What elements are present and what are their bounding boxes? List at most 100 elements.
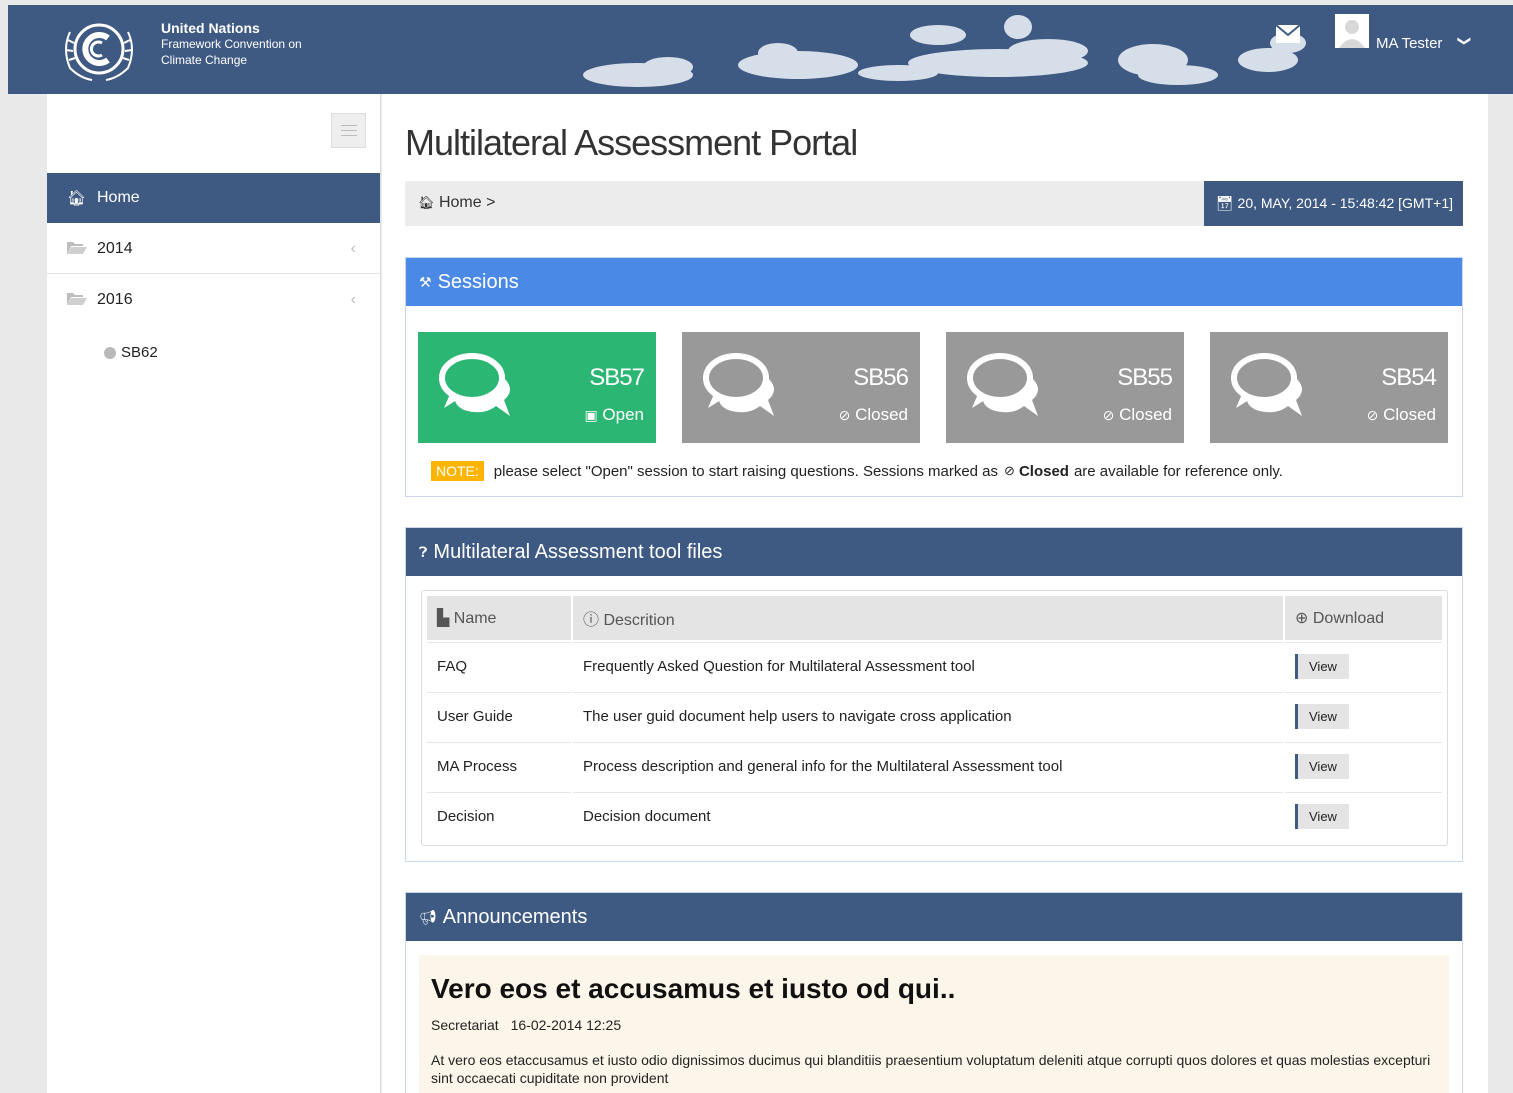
datetime-text: 20, MAY, 2014 - 15:48:42 [GMT+1] <box>1237 195 1453 211</box>
session-tile-sb56[interactable]: SB56 ⊘ Closed <box>682 332 920 443</box>
org-line-1: United Nations <box>161 20 260 36</box>
chevron-left-icon: ‹ <box>350 291 356 308</box>
view-button[interactable]: View <box>1295 704 1349 729</box>
file-name: User Guide <box>427 692 571 740</box>
user-silhouette-icon <box>1335 14 1369 48</box>
view-button[interactable]: View <box>1295 754 1349 779</box>
session-code: SB56 <box>853 364 909 391</box>
sidebar-subitem-label: SB62 <box>121 344 158 361</box>
sidebar: 🏠︎ Home 2014 ‹ 2016 ‹ SB62 <box>47 94 381 1093</box>
tool-files-header: ❓︎ Multilateral Assessment tool files <box>406 528 1462 576</box>
session-state: ▣ Open <box>584 405 644 425</box>
table-row: User Guide The user guid document help u… <box>427 692 1442 740</box>
chevron-down-icon[interactable]: ❯ <box>1456 36 1472 47</box>
home-icon: 🏠︎ <box>67 190 87 207</box>
tool-files-title: Multilateral Assessment tool files <box>433 540 723 563</box>
session-state-label: Open <box>602 405 644 424</box>
sessions-panel: ⚒ Sessions SB57 ▣ Open SB56 ⊘ Closed SB5… <box>405 257 1463 497</box>
sidebar-item-2016[interactable]: 2016 ‹ <box>47 275 380 325</box>
table-row: FAQ Frequently Asked Question for Multil… <box>427 642 1442 690</box>
sessions-header: ⚒ Sessions <box>406 258 1462 306</box>
bullhorn-icon: 📢︎ <box>419 908 437 925</box>
note-tag: NOTE: <box>431 461 484 481</box>
org-name: United Nations Framework Convention on C… <box>161 20 302 68</box>
session-state: ⊘ Closed <box>1367 405 1436 425</box>
session-tile-sb54[interactable]: SB54 ⊘ Closed <box>1210 332 1448 443</box>
note-text-1: please select "Open" session to start ra… <box>493 462 999 480</box>
mail-icon[interactable] <box>1275 23 1301 45</box>
announcements-header: 📢︎ Announcements <box>406 893 1462 941</box>
table-row: Decision Decision document View <box>427 792 1442 840</box>
avatar[interactable] <box>1335 14 1369 48</box>
session-code: SB57 <box>589 364 645 391</box>
sidebar-item-label: 2016 <box>97 291 133 308</box>
breadcrumb-home[interactable]: 🏠︎ Home > <box>418 194 495 212</box>
session-tile-sb57[interactable]: SB57 ▣ Open <box>418 332 656 443</box>
session-tile-sb55[interactable]: SB55 ⊘ Closed <box>946 332 1184 443</box>
file-action: View <box>1285 742 1442 790</box>
session-state-label: Closed <box>1383 405 1436 424</box>
file-action: View <box>1285 642 1442 690</box>
clouds-banner <box>583 15 1306 87</box>
column-header-name: ▙ Name <box>427 596 571 640</box>
home-icon: 🏠︎ <box>418 195 435 210</box>
sidebar-subitem-sb62[interactable]: SB62 <box>104 344 158 361</box>
view-button[interactable]: View <box>1295 654 1349 679</box>
column-header-label: Descrition <box>603 612 675 629</box>
eye-slash-icon: ⊘ <box>1366 407 1379 423</box>
sessions-note: NOTE: please select "Open" session to st… <box>431 461 1283 481</box>
page-title: Multilateral Assessment Portal <box>405 122 858 163</box>
column-header-description: ⓘ Descrition <box>573 596 1283 640</box>
gavel-icon: ⚒ <box>419 273 432 290</box>
file-icon: ▙ <box>437 610 450 627</box>
announcement-title[interactable]: Vero eos et accusamus et iusto od qui.. <box>431 973 1437 1005</box>
note-closed-label: Closed <box>1018 462 1069 480</box>
session-code: SB54 <box>1381 364 1437 391</box>
sidebar-item-home[interactable]: 🏠︎ Home <box>47 173 380 223</box>
unfccc-logo[interactable] <box>58 14 140 84</box>
breadcrumb-label: Home > <box>438 194 496 211</box>
session-state: ⊘ Closed <box>839 405 908 425</box>
announcement-card: Vero eos et accusamus et iusto od qui.. … <box>419 955 1449 1093</box>
user-name[interactable]: MA Tester <box>1376 35 1442 52</box>
eye-slash-icon: ⊘ <box>1004 463 1015 478</box>
chat-bubbles-icon <box>703 353 774 416</box>
breadcrumb: 🏠︎ Home > 📅︎ 20, MAY, 2014 - 15:48:42 [G… <box>405 181 1463 226</box>
datetime-display: 📅︎ 20, MAY, 2014 - 15:48:42 [GMT+1] <box>1203 181 1463 226</box>
column-header-download: ⊕ Download <box>1285 596 1442 640</box>
question-circle-icon: ❓︎ <box>419 543 428 560</box>
file-description: Frequently Asked Question for Multilater… <box>573 642 1283 690</box>
calendar-icon: 📅︎ <box>1215 195 1234 211</box>
chat-bubbles-icon <box>439 353 510 416</box>
sidebar-item-2014[interactable]: 2014 ‹ <box>47 224 380 274</box>
org-line-2: Framework Convention on <box>161 37 302 51</box>
announcement-author: Secretariat <box>431 1017 499 1033</box>
session-code: SB55 <box>1117 364 1173 391</box>
eye-slash-icon: ⊘ <box>838 407 851 423</box>
table-header-row: ▙ Name ⓘ Descrition ⊕ Download <box>427 596 1442 640</box>
announcement-meta: Secretariat 16-02-2014 12:25 <box>431 1017 1437 1033</box>
sidebar-item-label: Home <box>97 189 140 206</box>
file-action: View <box>1285 692 1442 740</box>
announcement-date: 16-02-2014 12:25 <box>510 1017 622 1033</box>
sidebar-toggle-button[interactable] <box>331 113 366 148</box>
files-table-wrapper: ▙ Name ⓘ Descrition ⊕ Download FAQ Frequ… <box>421 590 1448 846</box>
note-text-2: are available for reference only. <box>1073 462 1283 480</box>
view-button[interactable]: View <box>1295 804 1349 829</box>
sidebar-item-label: 2014 <box>97 239 133 257</box>
chevron-left-icon: ‹ <box>350 239 356 257</box>
eye-slash-icon: ⊘ <box>1102 407 1115 423</box>
download-circle-icon: ⊕ <box>1295 610 1309 627</box>
session-state: ⊘ Closed <box>1103 405 1172 425</box>
announcements-title: Announcements <box>442 905 588 928</box>
page-gutter <box>1488 94 1513 1093</box>
table-row: MA Process Process description and gener… <box>427 742 1442 790</box>
file-name: Decision <box>427 792 571 840</box>
file-name: MA Process <box>427 742 571 790</box>
chat-bubbles-icon <box>1231 353 1302 416</box>
announcement-body: At vero eos etaccusamus et iusto odio di… <box>431 1052 1431 1086</box>
file-description: Process description and general info for… <box>573 742 1283 790</box>
play-square-icon: ▣ <box>584 407 598 423</box>
announcements-panel: 📢︎ Announcements Vero eos et accusamus e… <box>405 892 1463 1093</box>
chat-bubbles-icon <box>967 353 1038 416</box>
